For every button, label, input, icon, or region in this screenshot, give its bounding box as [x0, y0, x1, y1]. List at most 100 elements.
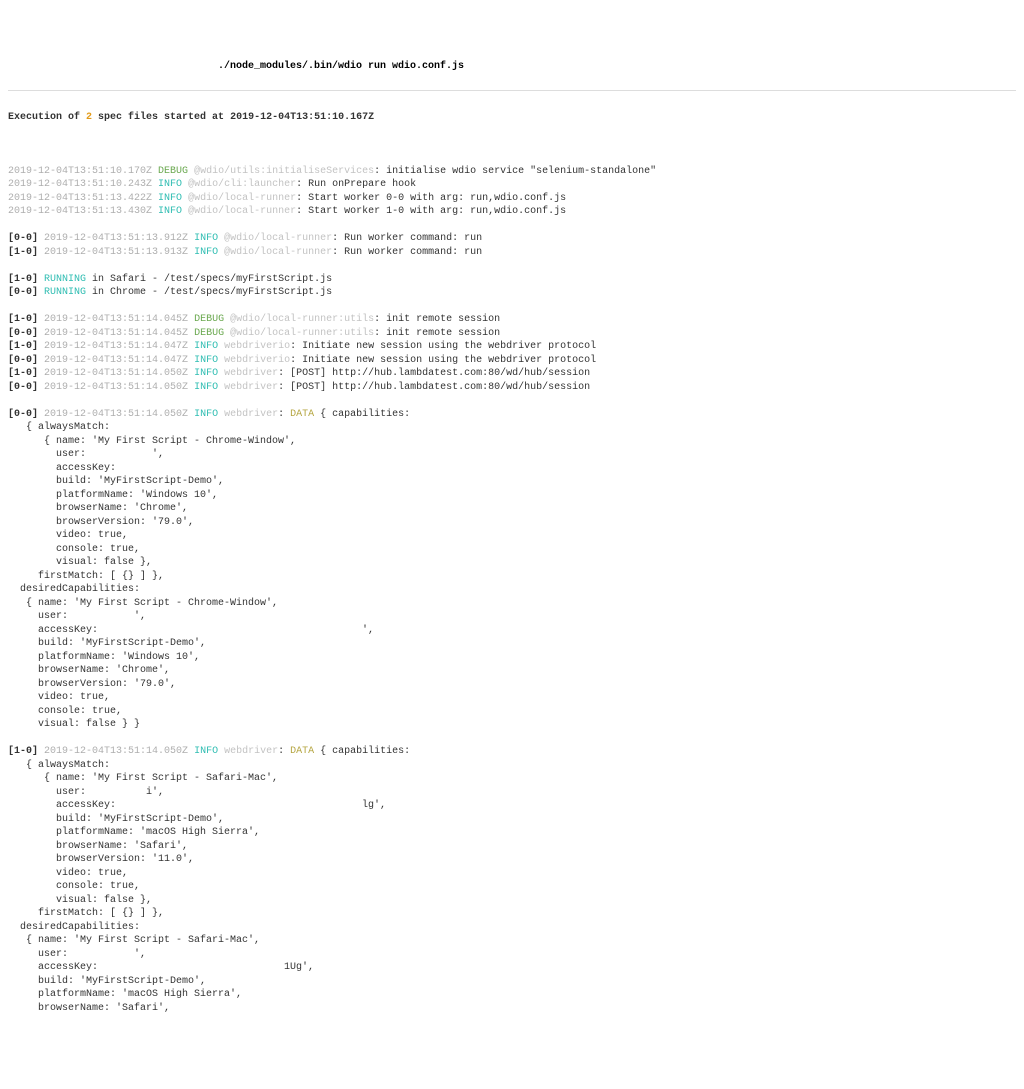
log-source: @wdio/local-runner:utils — [230, 314, 374, 325]
worker-id: [1-0] — [8, 368, 38, 379]
caps-body-line: build: 'MyFirstScript-Demo', — [8, 975, 1016, 989]
log-level: INFO — [158, 193, 182, 204]
execution-summary: Execution of 2 spec files started at 201… — [8, 111, 1016, 125]
log-line: [1-0] 2019-12-04T13:51:14.050Z INFO webd… — [8, 367, 1016, 381]
worker-id: [0-0] — [8, 328, 38, 339]
timestamp: 2019-12-04T13:51:14.047Z — [44, 341, 188, 352]
worker-id: [0-0] — [8, 355, 38, 366]
caps-body-line: console: true, — [8, 705, 1016, 719]
caps-body-line: { alwaysMatch: — [8, 421, 1016, 435]
timestamp: 2019-12-04T13:51:13.912Z — [44, 233, 188, 244]
running-line: [1-0] RUNNING in Safari - /test/specs/my… — [8, 273, 1016, 287]
caps-body-line: desiredCapabilities: — [8, 921, 1016, 935]
log-line: 2019-12-04T13:51:13.422Z INFO @wdio/loca… — [8, 192, 1016, 206]
log-line: [1-0] 2019-12-04T13:51:14.045Z DEBUG @wd… — [8, 313, 1016, 327]
log-source: @wdio/utils:initialiseServices — [194, 166, 374, 177]
running-target: in Chrome - /test/specs/myFirstScript.js — [86, 287, 332, 298]
caps-body-line: console: true, — [8, 880, 1016, 894]
data-keyword: DATA — [290, 409, 314, 420]
worker-id: [0-0] — [8, 287, 38, 298]
log-message: : [POST] http://hub.lambdatest.com:80/wd… — [278, 368, 590, 379]
timestamp: 2019-12-04T13:51:14.050Z — [44, 746, 188, 757]
caps-head-msg: { capabilities: — [314, 409, 410, 420]
caps-body-line: video: true, — [8, 867, 1016, 881]
timestamp: 2019-12-04T13:51:13.430Z — [8, 206, 152, 217]
log-level: INFO — [194, 341, 218, 352]
log-message: : init remote session — [374, 328, 500, 339]
divider — [8, 90, 1016, 91]
caps-body-line: user: ', — [8, 610, 1016, 624]
worker-id: [0-0] — [8, 233, 38, 244]
log-message: : Run onPrepare hook — [296, 179, 416, 190]
worker-id: [0-0] — [8, 382, 38, 393]
caps-body-line: { name: 'My First Script - Safari-Mac', — [8, 772, 1016, 786]
log-source: @wdio/cli:launcher — [188, 179, 296, 190]
worker-id: [0-0] — [8, 409, 38, 420]
timestamp: 2019-12-04T13:51:14.045Z — [44, 328, 188, 339]
log-source: @wdio/local-runner — [188, 193, 296, 204]
log-level: INFO — [194, 746, 218, 757]
log-line: 2019-12-04T13:51:13.430Z INFO @wdio/loca… — [8, 205, 1016, 219]
caps-body-line: { name: 'My First Script - Chrome-Window… — [8, 597, 1016, 611]
log-line: [0-0] 2019-12-04T13:51:14.045Z DEBUG @wd… — [8, 327, 1016, 341]
caps-body-line: { alwaysMatch: — [8, 759, 1016, 773]
timestamp: 2019-12-04T13:51:10.243Z — [8, 179, 152, 190]
log-block-initial: 2019-12-04T13:51:10.170Z DEBUG @wdio/uti… — [8, 165, 1016, 219]
data-keyword: DATA — [290, 746, 314, 757]
caps-body-line: accessKey: ', — [8, 624, 1016, 638]
log-message: : Run worker command: run — [332, 247, 482, 258]
caps-body-line: firstMatch: [ {} ] }, — [8, 907, 1016, 921]
caps-body-line: user: ', — [8, 948, 1016, 962]
caps-body-line: browserName: 'Safari', — [8, 1002, 1016, 1016]
running-target: in Safari - /test/specs/myFirstScript.js — [86, 274, 332, 285]
log-level: INFO — [194, 233, 218, 244]
log-block-running: [1-0] RUNNING in Safari - /test/specs/my… — [8, 273, 1016, 300]
caps-body-line: platformName: 'macOS High Sierra', — [8, 826, 1016, 840]
log-message: : Initiate new session using the webdriv… — [290, 355, 596, 366]
log-message: : init remote session — [374, 314, 500, 325]
log-level: INFO — [194, 382, 218, 393]
timestamp: 2019-12-04T13:51:14.050Z — [44, 382, 188, 393]
log-source: @wdio/local-runner — [224, 233, 332, 244]
log-block-caps-chrome: [0-0] 2019-12-04T13:51:14.050Z INFO webd… — [8, 408, 1016, 732]
caps-body-line: user: i', — [8, 786, 1016, 800]
caps-body-line: { name: 'My First Script - Chrome-Window… — [8, 435, 1016, 449]
timestamp: 2019-12-04T13:51:14.045Z — [44, 314, 188, 325]
worker-id: [1-0] — [8, 314, 38, 325]
log-message: : [POST] http://hub.lambdatest.com:80/wd… — [278, 382, 590, 393]
status-running: RUNNING — [44, 287, 86, 298]
timestamp: 2019-12-04T13:51:13.913Z — [44, 247, 188, 258]
log-block-caps-safari: [1-0] 2019-12-04T13:51:14.050Z INFO webd… — [8, 745, 1016, 1015]
caps-body-line: visual: false }, — [8, 556, 1016, 570]
caps-body-line: browserName: 'Safari', — [8, 840, 1016, 854]
log-source: webdriver — [224, 746, 278, 757]
log-source: @wdio/local-runner — [188, 206, 296, 217]
log-level: INFO — [194, 247, 218, 258]
caps-body-line: build: 'MyFirstScript-Demo', — [8, 637, 1016, 651]
blank — [8, 138, 1016, 152]
log-source: webdriver — [224, 409, 278, 420]
status-running: RUNNING — [44, 274, 86, 285]
caps-body-line: visual: false }, — [8, 894, 1016, 908]
log-level: INFO — [158, 206, 182, 217]
worker-id: [1-0] — [8, 746, 38, 757]
log-level: INFO — [194, 409, 218, 420]
timestamp: 2019-12-04T13:51:10.170Z — [8, 166, 152, 177]
log-message: : Start worker 1-0 with arg: run,wdio.co… — [296, 206, 566, 217]
log-source: webdriverio — [224, 355, 290, 366]
caps-body-line: visual: false } } — [8, 718, 1016, 732]
caps-body-line: { name: 'My First Script - Safari-Mac', — [8, 934, 1016, 948]
caps-body-line: browserName: 'Chrome', — [8, 664, 1016, 678]
log-block-session: [1-0] 2019-12-04T13:51:14.045Z DEBUG @wd… — [8, 313, 1016, 394]
log-source: webdriver — [224, 382, 278, 393]
log-message: : Initiate new session using the webdriv… — [290, 341, 596, 352]
log-line: [1-0] 2019-12-04T13:51:13.913Z INFO @wdi… — [8, 246, 1016, 260]
log-level: DEBUG — [194, 314, 224, 325]
log-source: @wdio/local-runner — [224, 247, 332, 258]
caps-body-line: accessKey: lg', — [8, 799, 1016, 813]
caps-body-line: platformName: 'Windows 10', — [8, 651, 1016, 665]
caps-body-line: build: 'MyFirstScript-Demo', — [8, 813, 1016, 827]
log-message: : initialise wdio service "selenium-stan… — [374, 166, 656, 177]
log-line: [0-0] 2019-12-04T13:51:14.050Z INFO webd… — [8, 381, 1016, 395]
caps-body-line: desiredCapabilities: — [8, 583, 1016, 597]
